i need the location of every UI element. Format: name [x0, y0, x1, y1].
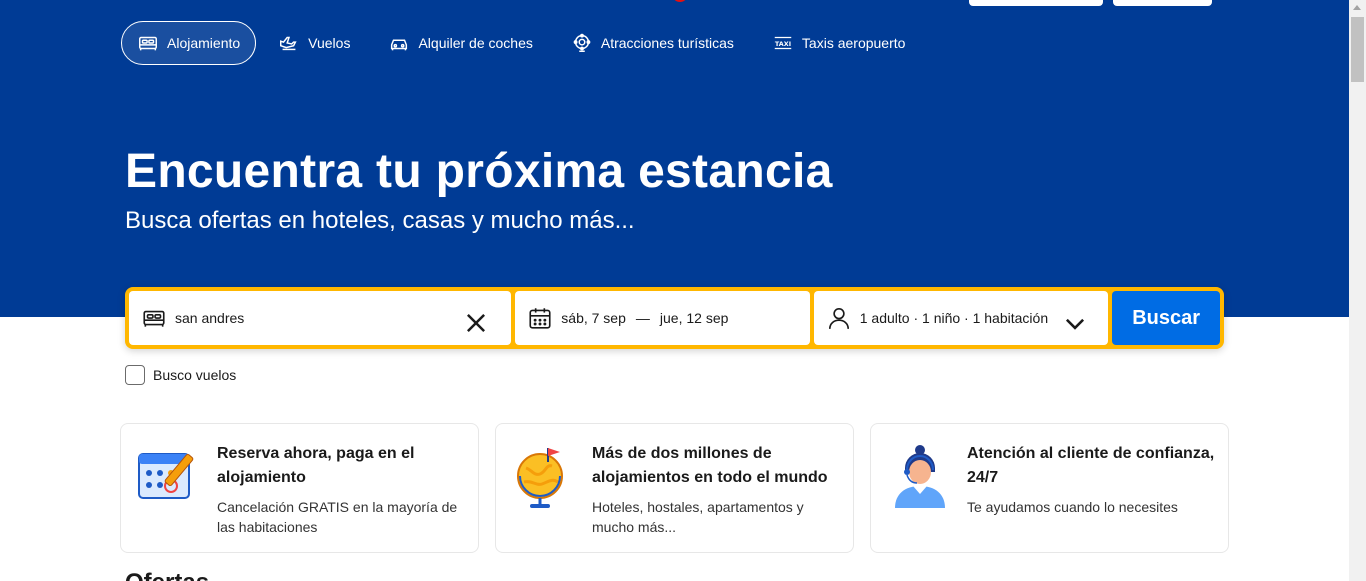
support-agent-icon	[895, 445, 945, 508]
guests-summary: 1 adulto · 1 niño · 1 habitación	[859, 310, 1049, 326]
checkin-date: sáb, 7 sep	[561, 310, 626, 326]
card-description: Cancelación GRATIS en la mayoría de las …	[217, 499, 458, 535]
destination-field[interactable]	[129, 291, 512, 345]
checkout-date: jue, 12 sep	[659, 310, 729, 326]
tab-alojamiento[interactable]: Alojamiento	[121, 21, 257, 65]
card-title: Más de dos millones de alojamientos en t…	[592, 445, 828, 486]
checkbox-label: Busco vuelos	[153, 367, 237, 383]
tab-label: Vuelos	[308, 35, 351, 51]
date-separator: —	[635, 310, 650, 326]
card-title: Atención al cliente de confianza, 24/7	[967, 445, 1215, 486]
page-title: Encuentra tu próxima estancia	[125, 145, 833, 198]
flights-checkbox[interactable]: Busco vuelos	[125, 365, 236, 385]
tab-vuelos[interactable]: Vuelos	[262, 21, 366, 65]
plane-icon	[280, 36, 297, 51]
tab-label: Alquiler de coches	[418, 35, 533, 51]
hero-banner: Alojamiento Vuelos Alquiler de coches At…	[0, 0, 1349, 317]
card-title: Reserva ahora, paga en el alojamiento	[217, 445, 415, 486]
card-description: Te ayudamos cuando lo necesites	[967, 499, 1178, 515]
attractions-icon	[573, 33, 591, 52]
header-button-register[interactable]	[969, 0, 1103, 6]
benefit-card-worldwide: Más de dos millones de alojamientos en t…	[495, 423, 854, 553]
calendar-icon	[529, 308, 551, 329]
card-description: Hoteles, hostales, apartamentos y mucho …	[592, 499, 804, 535]
calendar-pencil-icon	[138, 453, 194, 499]
scrollbar-thumb[interactable]	[1351, 17, 1364, 82]
tab-atracciones[interactable]: Atracciones turísticas	[555, 21, 750, 65]
header-logo-fragment	[672, 0, 688, 2]
tab-taxis[interactable]: TAXI Taxis aeropuerto	[756, 21, 922, 65]
tab-alquiler-coches[interactable]: Alquiler de coches	[372, 21, 548, 65]
tab-label: Atracciones turísticas	[600, 35, 734, 51]
globe-icon	[517, 448, 563, 508]
search-bar: sáb, 7 sep — jue, 12 sep 1 adulto · 1 ni…	[125, 287, 1224, 349]
taxi-icon: TAXI	[774, 36, 792, 50]
person-icon	[828, 307, 849, 329]
header-button-login[interactable]	[1113, 0, 1212, 6]
page-subtitle: Busca ofertas en hoteles, casas y mucho …	[125, 207, 635, 234]
tab-label: Alojamiento	[167, 35, 241, 51]
guests-field[interactable]: 1 adulto · 1 niño · 1 habitación	[813, 291, 1109, 345]
tab-label: Taxis aeropuerto	[801, 35, 906, 51]
checkbox-box[interactable]	[125, 365, 145, 385]
benefit-card-pay-at-property: Reserva ahora, paga en el alojamiento Ca…	[120, 423, 479, 553]
benefit-card-support: Atención al cliente de confianza, 24/7 T…	[870, 423, 1229, 553]
search-button[interactable]: Buscar	[1112, 291, 1220, 345]
bed-icon	[143, 310, 165, 327]
destination-input[interactable]	[175, 310, 500, 326]
svg-text:TAXI: TAXI	[775, 40, 791, 48]
chevron-down-icon	[1066, 318, 1085, 330]
scroll-up-arrow-icon[interactable]	[1353, 5, 1361, 10]
scrollbar[interactable]	[1349, 0, 1366, 581]
dates-field[interactable]: sáb, 7 sep — jue, 12 sep	[515, 291, 810, 345]
section-title-offers: Ofertas	[125, 569, 209, 581]
close-icon[interactable]	[463, 310, 489, 336]
car-icon	[391, 39, 408, 51]
bed-icon	[139, 36, 157, 51]
product-nav: Alojamiento Vuelos Alquiler de coches At…	[121, 21, 927, 65]
